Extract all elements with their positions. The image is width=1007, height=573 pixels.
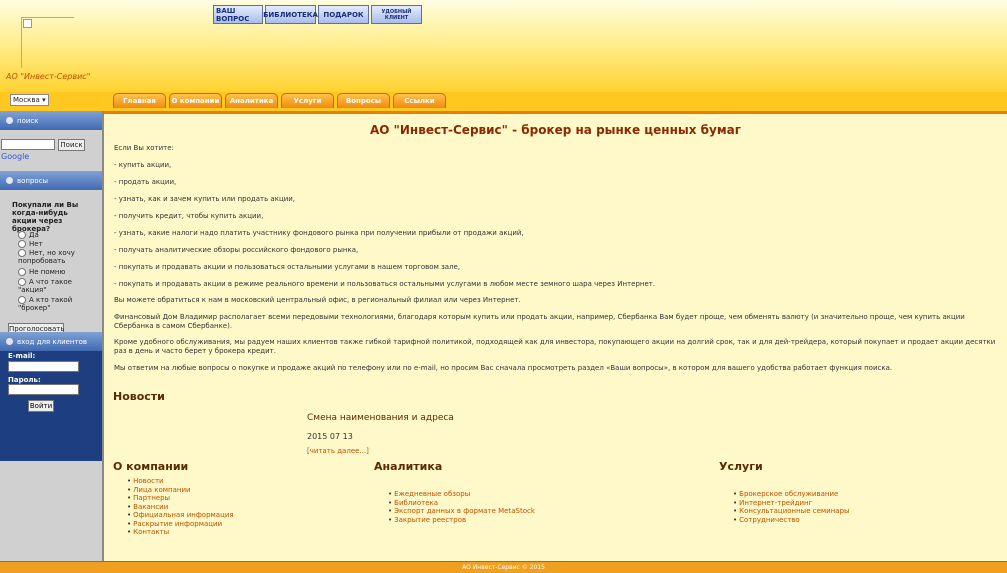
- top-icons: ВАШ ВОПРОС БИБЛИОТЕКА ПОДАРОК УДОБНЫЙ КЛ…: [213, 5, 422, 24]
- main-content: АО "Инвест-Сервис" - брокер на рынке цен…: [104, 114, 1007, 561]
- poll-option-what-stock[interactable]: А что такое "акция": [18, 278, 98, 294]
- radio-button[interactable]: [18, 240, 26, 248]
- bullet-icon: [6, 338, 13, 345]
- list-item[interactable]: Экспорт данных в формате MetaStock: [394, 507, 535, 516]
- list-item[interactable]: Контакты: [133, 528, 234, 537]
- radio-button[interactable]: [18, 296, 26, 304]
- list-item[interactable]: Лица компании: [133, 486, 234, 495]
- email-label: E-mail:: [8, 352, 36, 360]
- poll-section: Покупали ли Вы когда-нибудь акции через …: [0, 186, 102, 336]
- services-column: Услуги Брокерское обслуживание Интернет-…: [719, 460, 850, 524]
- poll-option-label: А кто такой "брокер": [18, 296, 73, 312]
- search-section: Поиск Google: [0, 111, 102, 171]
- poll-option-what-broker[interactable]: А кто такой "брокер": [18, 296, 98, 312]
- login-section-header: вход для клиентов: [0, 332, 102, 351]
- list-item[interactable]: Вакансии: [133, 503, 234, 512]
- poll-section-title: вопросы: [17, 176, 49, 185]
- contact-text: Вы можете обратиться к нам в московский …: [114, 296, 521, 304]
- paragraph-3: Мы ответим на любые вопросы о покупке и …: [114, 364, 893, 372]
- nav-bar: Москва ▾ Главная О компании Аналитика Ус…: [0, 92, 1007, 114]
- list-item[interactable]: Партнеры: [133, 494, 234, 503]
- poll-option-want-try[interactable]: Нет, но хочу попробовать: [18, 249, 98, 265]
- poll-question: Покупали ли Вы когда-нибудь акции через …: [12, 201, 79, 233]
- poll-option-label: Нет, но хочу попробовать: [18, 249, 75, 265]
- login-section: E-mail: Пароль: Войти: [0, 351, 102, 461]
- email-field[interactable]: [8, 361, 79, 372]
- services-heading: Услуги: [719, 460, 763, 473]
- password-label: Пароль:: [8, 376, 41, 384]
- list-item[interactable]: Ежедневные обзоры: [394, 490, 535, 499]
- password-field[interactable]: [8, 384, 79, 395]
- news-date: 2015 07 13: [307, 432, 353, 441]
- gift-icon[interactable]: ПОДАРОК: [318, 5, 369, 24]
- city-select[interactable]: Москва ▾: [10, 94, 49, 106]
- tab-home[interactable]: Главная: [113, 93, 166, 108]
- login-section-title: вход для клиентов: [17, 337, 87, 346]
- tab-questions[interactable]: Вопросы: [337, 93, 390, 108]
- poll-option-no[interactable]: Нет: [18, 240, 98, 248]
- list-item[interactable]: - продать акции,: [114, 178, 999, 187]
- header: АО "Инвест-Сервис" ВАШ ВОПРОС БИБЛИОТЕКА…: [0, 0, 1007, 92]
- about-column: О компании Новости Лица компании Партнер…: [113, 460, 234, 537]
- city-select-value: Москва: [13, 96, 40, 104]
- search-button[interactable]: Поиск: [58, 139, 85, 151]
- bullet-icon: [6, 177, 13, 184]
- list-item: - узнать, какие налоги надо платить учас…: [114, 229, 524, 237]
- poll-option-label: Да: [29, 231, 39, 239]
- library-icon[interactable]: БИБЛИОТЕКА: [263, 5, 318, 24]
- list-item[interactable]: Официальная информация: [133, 511, 233, 520]
- tab-about[interactable]: О компании: [169, 93, 222, 108]
- convenient-client-icon[interactable]: УДОБНЫЙ КЛИЕНТ: [371, 5, 422, 24]
- list-item: - узнать, как и зачем купить или продать…: [114, 195, 296, 203]
- list-item: - покупать и продавать акции в режиме ре…: [114, 280, 656, 288]
- news-heading: Новости: [113, 390, 165, 403]
- search-input[interactable]: [1, 139, 55, 150]
- radio-button[interactable]: [18, 249, 26, 257]
- intro-text: Если Вы хотите:: [114, 144, 174, 152]
- poll-option-label: Не помню: [29, 268, 66, 276]
- nav-tabs: Главная О компании Аналитика Услуги Вопр…: [113, 93, 446, 108]
- radio-button[interactable]: [18, 268, 26, 276]
- tab-links[interactable]: Ссылки: [393, 93, 446, 108]
- sidebar: поиск Поиск Google вопросы Покупали ли В…: [0, 111, 104, 561]
- poll-option-dont-remember[interactable]: Не помню: [18, 268, 98, 276]
- google-logo-text: Google: [1, 152, 30, 161]
- tab-services[interactable]: Услуги: [281, 93, 334, 108]
- your-question-icon[interactable]: ВАШ ВОПРОС: [213, 5, 263, 24]
- poll-option-label: Нет: [29, 240, 43, 248]
- radio-button[interactable]: [18, 278, 26, 286]
- tab-analytics[interactable]: Аналитика: [225, 93, 278, 108]
- list-item[interactable]: Библиотека: [394, 499, 535, 508]
- list-item[interactable]: Закрытие реестров: [394, 516, 535, 525]
- about-heading: О компании: [113, 460, 189, 473]
- list-item[interactable]: Консультационные семинары: [739, 507, 849, 516]
- list-item[interactable]: Интернет-трейдинг: [739, 499, 850, 508]
- list-item: - покупать и продавать акции и пользоват…: [114, 263, 461, 271]
- company-name: АО "Инвест-Сервис": [6, 72, 91, 81]
- footer: АО Инвест-Сервис © 2015: [0, 561, 1007, 573]
- radio-button[interactable]: [18, 231, 26, 239]
- chevron-down-icon: ▾: [42, 96, 46, 104]
- logo-image[interactable]: [21, 17, 74, 68]
- login-button[interactable]: Войти: [28, 400, 54, 412]
- list-item: - получить кредит, чтобы купить акции,: [114, 212, 264, 220]
- analytics-heading: Аналитика: [374, 460, 443, 473]
- poll-option-yes[interactable]: Да: [18, 231, 98, 239]
- broken-image-icon: [23, 19, 32, 28]
- analytics-column: Аналитика Ежедневные обзоры Библиотека Э…: [374, 460, 535, 524]
- paragraph-1: Финансовый Дом Владимир располагает всем…: [114, 313, 965, 330]
- news-read-more-link[interactable]: [читать далее...]: [307, 447, 369, 455]
- list-item[interactable]: Брокерское обслуживание: [739, 490, 850, 499]
- google-logo: Google: [1, 152, 29, 161]
- news-title[interactable]: Смена наименования и адреса: [307, 413, 454, 423]
- list-item[interactable]: - купить акции,: [114, 161, 999, 170]
- list-item[interactable]: - получать аналитические обзоры российск…: [114, 246, 999, 255]
- list-item[interactable]: Раскрытие информации: [133, 520, 234, 529]
- page-title: АО "Инвест-Сервис" - брокер на рынке цен…: [369, 123, 742, 137]
- poll-option-label: А что такое "акция": [18, 278, 72, 294]
- paragraph-2: Кроме удобного обслуживания, мы радуем н…: [114, 338, 996, 355]
- list-item[interactable]: Новости: [133, 477, 234, 486]
- list-item[interactable]: Сотрудничество: [739, 516, 850, 525]
